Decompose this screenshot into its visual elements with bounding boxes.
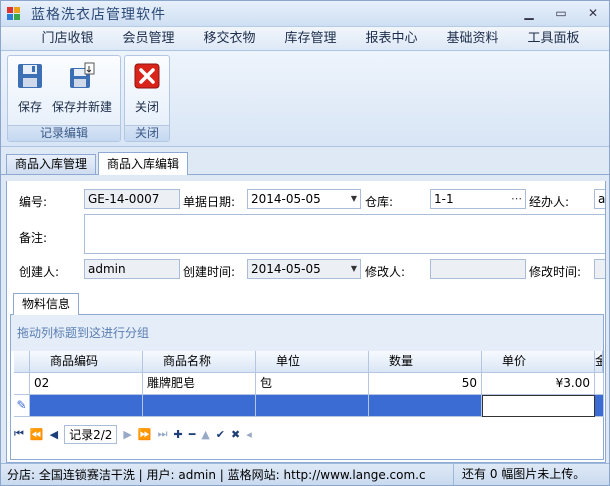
menu-cashier[interactable]: 门店收银 [27,27,108,50]
cell-name[interactable]: 雕牌肥皂 [143,373,256,395]
add-record-icon[interactable]: ✚ [173,428,182,441]
confirm-edit-icon[interactable]: ✔ [216,428,225,441]
first-record-icon[interactable]: ⏮ [14,427,24,441]
edit-record-icon[interactable]: ▲ [201,428,209,441]
next-page-icon[interactable]: ⏩ [138,428,152,441]
prev-page-icon[interactable]: ⏪ [30,428,44,441]
save-new-icon [68,62,96,90]
close-label: 关闭 [135,100,160,114]
remark-field[interactable] [84,214,605,254]
menu-members[interactable]: 会员管理 [108,27,189,50]
save-and-new-label: 保存并新建 [52,100,113,114]
menu-reports[interactable]: 报表中心 [351,27,432,50]
cell-code[interactable]: 02 [30,373,143,395]
minimize-button[interactable]: ▁ [513,3,545,25]
last-record-icon[interactable]: ⏭ [158,427,168,441]
modified-time-label: 修改时间: [529,265,582,279]
app-logo-icon [7,6,21,21]
creator-field[interactable]: admin [84,259,180,279]
cell-amount[interactable] [595,373,604,395]
column-header-code[interactable]: 商品编码 [30,351,143,373]
grid-header: 商品编码 商品名称 单位 数量 单价 金 [14,351,604,373]
prev-record-icon[interactable]: ◀ [50,428,58,441]
ribbon-group-record-edit: 保存 保存并新建 记录编辑 [7,55,122,142]
column-header-quantity[interactable]: 数量 [369,351,482,373]
new-row[interactable]: ✎ [14,395,604,417]
material-grid-panel: 拖动列标题到这进行分组 商品编码 商品名称 单位 数量 单价 金 02 雕牌肥皂… [10,315,604,460]
maximize-button[interactable]: ▭ [545,3,577,25]
save-button[interactable]: 保存 [12,58,48,123]
date-field[interactable]: 2014-05-05 ▼ [247,189,361,209]
inner-tab-bar: 物料信息 [10,291,604,315]
table-row[interactable]: 02 雕牌肥皂 包 50 ¥3.00 [14,373,604,395]
created-time-field[interactable]: 2014-05-05 ▼ [247,259,361,279]
creator-label: 创建人: [19,265,60,279]
group-by-hint[interactable]: 拖动列标题到这进行分组 [11,315,603,351]
cancel-edit-icon[interactable]: ✖ [231,428,240,441]
date-label: 单据日期: [183,195,236,209]
created-time-value: 2014-05-05 [251,262,321,276]
date-value: 2014-05-05 [251,192,321,206]
warehouse-field[interactable]: 1-1 ⋯ [430,189,526,209]
warehouse-label: 仓库: [365,195,394,209]
remark-label: 备注: [19,231,48,245]
material-grid: 商品编码 商品名称 单位 数量 单价 金 02 雕牌肥皂 包 50 ¥3.00 [14,351,604,417]
menu-basic-data[interactable]: 基础资料 [432,27,513,50]
modified-time-field[interactable] [594,259,605,279]
menu-inventory[interactable]: 库存管理 [270,27,351,50]
column-header-name[interactable]: 商品名称 [143,351,256,373]
document-tabs: 商品入库管理 商品入库编辑 [1,151,609,175]
close-button[interactable]: 关闭 [129,58,165,123]
chevron-down-icon[interactable]: ▼ [351,190,357,208]
ellipsis-icon[interactable]: ⋯ [511,190,522,208]
status-info: 分店: 全国连锁赛洁干洗 | 用户: admin | 蓝格网站: http://… [7,468,426,482]
status-bar: 分店: 全国连锁赛洁干洗 | 用户: admin | 蓝格网站: http://… [1,463,609,485]
upload-status: 还有 0 幅图片未上传。 [453,464,585,485]
handler-label: 经办人: [529,195,570,209]
tab-stock-in-management[interactable]: 商品入库管理 [6,154,97,174]
close-window-button[interactable]: ✕ [577,3,609,25]
column-header-unit[interactable]: 单位 [256,351,369,373]
cell-price[interactable]: ¥3.00 [482,373,595,395]
code-label: 编号: [19,195,48,209]
edit-pencil-icon: ✎ [14,395,30,417]
stock-in-edit-form: 编号: GE-14-0007 单据日期: 2014-05-05 ▼ 仓库: 1-… [6,181,606,463]
handler-field[interactable]: a [594,189,605,209]
modifier-label: 修改人: [365,265,406,279]
ribbon-group-close: 关闭 关闭 [124,55,171,142]
record-navigator: ⏮ ⏪ ◀ 记录2/2 ▶ ⏩ ⏭ ✚ ━ ▲ ✔ ✖ ◂ [14,423,258,445]
ribbon: 保存 保存并新建 记录编辑 关闭 关闭 [1,51,609,147]
code-field[interactable]: GE-14-0007 [84,189,180,209]
tab-stock-in-edit[interactable]: 商品入库编辑 [98,152,189,175]
save-and-new-button[interactable]: 保存并新建 [48,58,116,123]
delete-record-icon[interactable]: ━ [189,428,196,441]
scroll-left-icon[interactable]: ◂ [246,428,252,441]
warehouse-value: 1-1 [434,192,454,206]
close-icon [133,62,161,90]
active-cell-editor[interactable] [482,395,595,417]
title-bar: 蓝格洗衣店管理软件 ▁ ▭ ✕ [1,1,609,27]
chevron-down-icon[interactable]: ▼ [351,260,357,278]
main-window: 蓝格洗衣店管理软件 ▁ ▭ ✕ 门店收银 会员管理 移交衣物 库存管理 报表中心… [0,0,610,486]
column-header-price[interactable]: 单价 [482,351,595,373]
main-menu: 门店收银 会员管理 移交衣物 库存管理 报表中心 基础资料 工具面板 [1,27,609,51]
tab-material-info[interactable]: 物料信息 [13,293,80,315]
save-icon [16,62,44,90]
ribbon-group-label: 记录编辑 [8,125,121,141]
column-header-amount[interactable]: 金 [595,351,603,373]
modifier-field[interactable] [430,259,526,279]
created-time-label: 创建时间: [183,265,236,279]
cell-quantity[interactable]: 50 [369,373,482,395]
next-record-icon[interactable]: ▶ [123,428,131,441]
cell-unit[interactable]: 包 [256,373,369,395]
ribbon-group-label: 关闭 [125,125,170,141]
window-title: 蓝格洗衣店管理软件 [31,6,166,23]
menu-transfer[interactable]: 移交衣物 [189,27,270,50]
menu-tools[interactable]: 工具面板 [513,27,594,50]
record-counter: 记录2/2 [64,424,118,444]
save-label: 保存 [17,100,42,114]
